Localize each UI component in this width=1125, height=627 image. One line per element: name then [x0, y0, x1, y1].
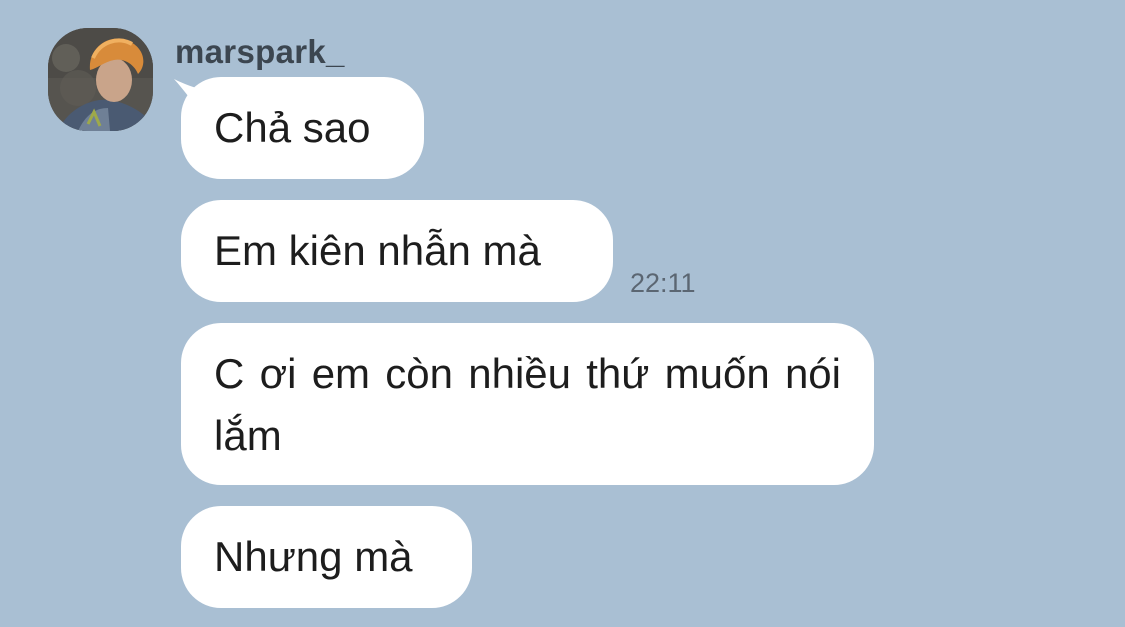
avatar[interactable]: [48, 28, 153, 131]
sender-name: marspark_: [175, 33, 345, 70]
message-bubble[interactable]: Em kiên nhẫn mà: [181, 200, 613, 302]
message-text: C ơi em còn nhiều thứ muốn nói lắm: [214, 350, 841, 459]
message-text: Em kiên nhẫn mà: [214, 227, 541, 274]
message-bubble[interactable]: C ơi em còn nhiều thứ muốn nói lắm: [181, 323, 874, 485]
chat-window: marspark_ Chả sao Em kiên nhẫn mà 22:11 …: [0, 0, 1125, 627]
message-timestamp: 22:11: [630, 268, 696, 298]
message-text: Chả sao: [214, 104, 371, 151]
message-bubble[interactable]: Nhưng mà: [181, 506, 472, 608]
avatar-photo-icon: [48, 28, 153, 131]
message-bubble[interactable]: Chả sao: [181, 77, 424, 179]
message-text: Nhưng mà: [214, 533, 413, 580]
